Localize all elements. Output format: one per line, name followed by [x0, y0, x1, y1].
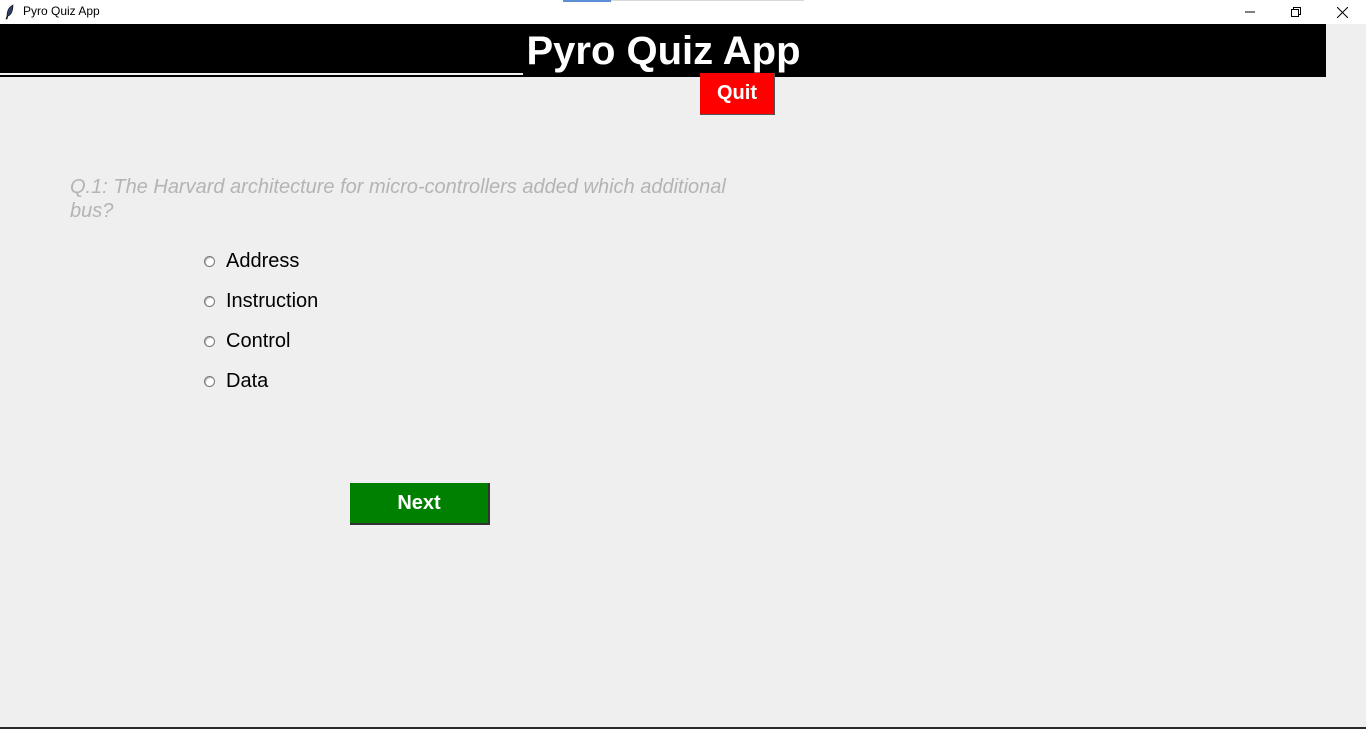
header-divider-right: [804, 75, 1326, 77]
titlebar-accent: [563, 0, 611, 2]
restore-button[interactable]: [1273, 0, 1319, 24]
next-button[interactable]: Next: [350, 483, 490, 525]
header-title-box: Pyro Quiz App: [523, 27, 804, 75]
window-title: Pyro Quiz App: [23, 4, 100, 18]
option-address[interactable]: Address: [204, 248, 299, 274]
radio-button[interactable]: [204, 335, 215, 347]
close-button[interactable]: [1319, 0, 1365, 24]
radio-button[interactable]: [204, 375, 215, 387]
app-window: Pyro Quiz App Pyro Quiz App Quit Q.1: Th…: [0, 0, 1366, 729]
minimize-button[interactable]: [1227, 0, 1273, 24]
titlebar-divider: [611, 0, 804, 1]
option-data[interactable]: Data: [204, 368, 268, 394]
title-bar[interactable]: Pyro Quiz App: [0, 0, 1366, 24]
option-instruction[interactable]: Instruction: [204, 288, 318, 314]
option-label: Instruction: [226, 289, 319, 312]
option-control[interactable]: Control: [204, 328, 290, 354]
option-label: Data: [226, 369, 269, 392]
option-label: Address: [226, 249, 300, 272]
page-title: Pyro Quiz App: [526, 28, 801, 73]
feather-icon: [5, 4, 15, 20]
question-text: Q.1: The Harvard architecture for micro-…: [70, 176, 726, 222]
radio-button[interactable]: [204, 295, 215, 307]
quit-button[interactable]: Quit: [700, 73, 775, 115]
restore-icon: [1291, 7, 1301, 17]
radio-button[interactable]: [204, 255, 215, 267]
option-label: Control: [226, 329, 291, 352]
minimize-icon: [1245, 11, 1255, 13]
close-icon: [1336, 6, 1348, 18]
